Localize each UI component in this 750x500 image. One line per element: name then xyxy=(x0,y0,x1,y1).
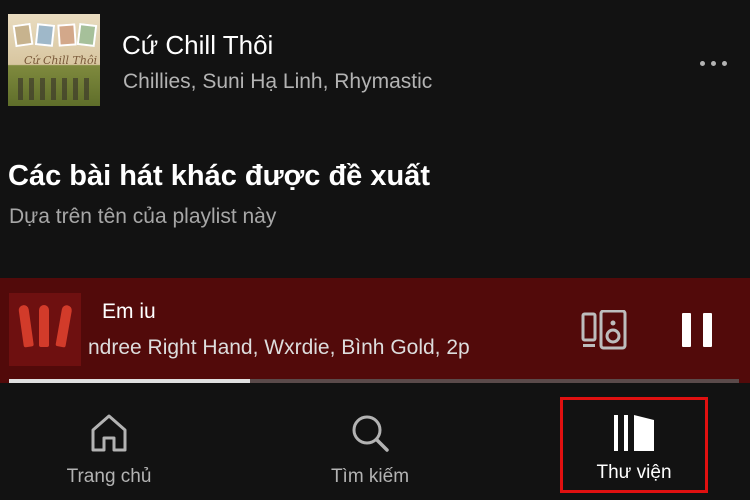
cover-photo xyxy=(76,22,98,48)
more-options-button[interactable] xyxy=(700,56,740,70)
search-icon xyxy=(352,415,389,452)
now-playing-cover xyxy=(9,293,81,366)
cover-figure xyxy=(18,304,34,348)
cover-photo xyxy=(12,22,34,48)
cover-figure xyxy=(39,305,49,347)
connect-device-button[interactable] xyxy=(580,309,628,350)
bottom-navigation: Trang chủ Tìm kiếm Thư viện xyxy=(0,390,750,500)
cover-photo xyxy=(57,23,77,47)
album-cover: Cứ Chill Thôi xyxy=(8,14,100,106)
library-icon xyxy=(614,415,654,451)
nav-home[interactable]: Trang chủ xyxy=(14,390,204,500)
pause-button[interactable] xyxy=(682,313,712,347)
nav-home-label: Trang chủ xyxy=(66,466,152,487)
nav-search[interactable]: Tìm kiếm xyxy=(275,390,465,500)
more-dots-icon xyxy=(711,60,716,66)
nav-library[interactable]: Thư viện xyxy=(560,397,708,493)
cover-script-title: Cứ Chill Thôi xyxy=(24,54,98,67)
track-title: Cứ Chill Thôi xyxy=(122,30,274,60)
nav-search-label: Tìm kiếm xyxy=(330,466,410,487)
more-dots-icon xyxy=(700,60,705,66)
nav-library-label: Thư viện xyxy=(596,462,672,483)
home-icon xyxy=(91,414,127,452)
connect-device-icon xyxy=(581,309,627,350)
pause-icon xyxy=(682,313,691,347)
playlist-track-row[interactable]: Cứ Chill Thôi Cứ Chill Thôi Chillies, Su… xyxy=(0,0,750,125)
recommended-section-subtitle: Dựa trên tên của playlist này xyxy=(9,205,277,228)
playback-progress-fill xyxy=(9,379,250,383)
cover-figure xyxy=(55,304,73,348)
pause-icon xyxy=(703,313,712,347)
now-playing-bar[interactable]: Em iu ndree Right Hand, Wxrdie, Bình Gol… xyxy=(0,278,750,383)
now-playing-title: Em iu xyxy=(102,300,156,323)
playback-progress-bar[interactable] xyxy=(9,379,739,383)
recommended-section-title: Các bài hát khác được đề xuất xyxy=(8,160,430,192)
track-artists: Chillies, Suni Hạ Linh, Rhymastic xyxy=(123,70,433,93)
now-playing-artists: ndree Right Hand, Wxrdie, Bình Gold, 2p xyxy=(88,336,470,359)
cover-people xyxy=(18,78,90,100)
more-dots-icon xyxy=(722,60,727,66)
cover-photo xyxy=(34,23,56,47)
